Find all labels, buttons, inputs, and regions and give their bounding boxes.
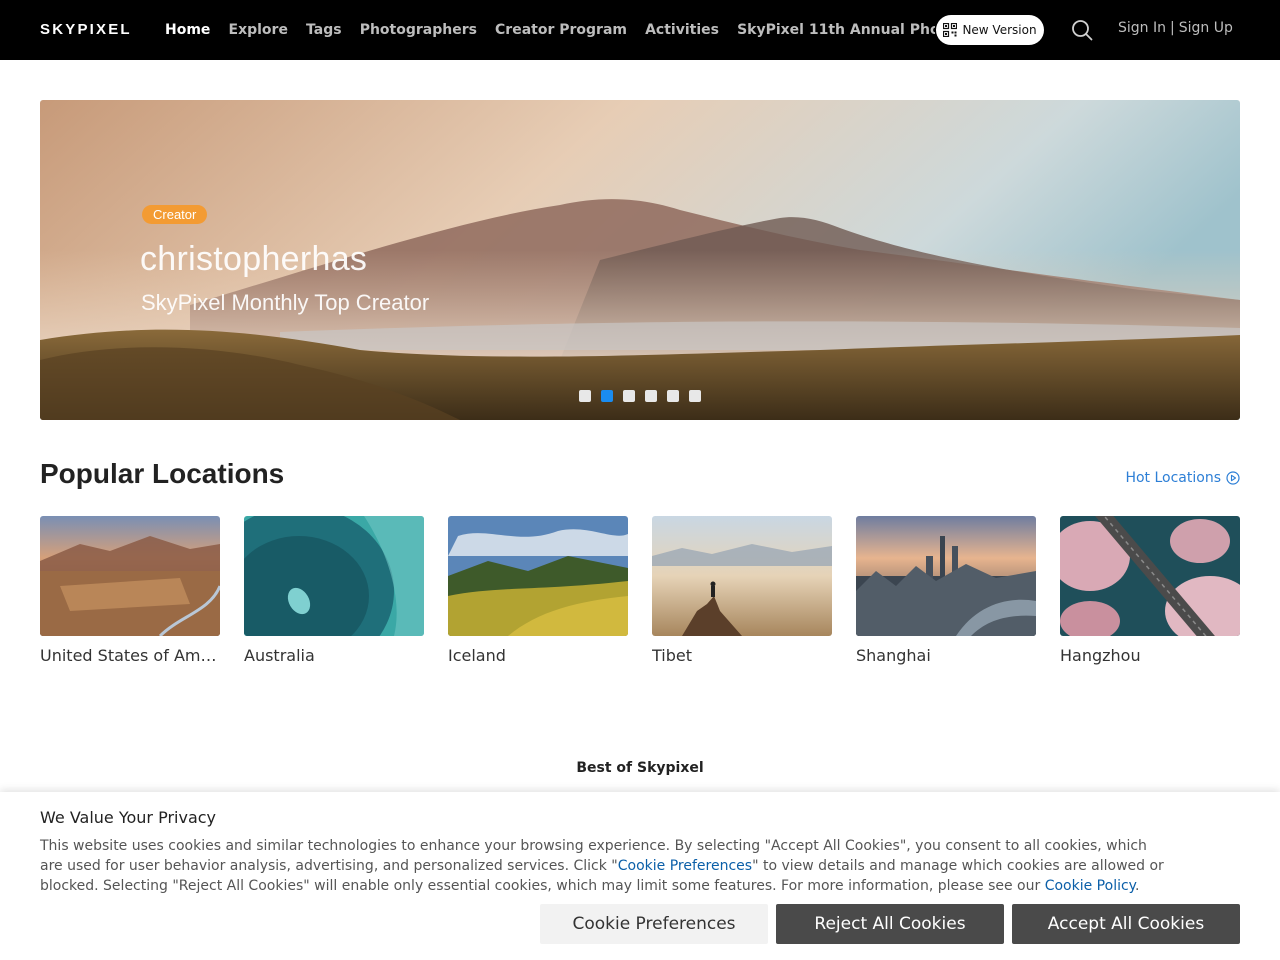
locations-list: United States of America Australia Icela… <box>40 516 1240 665</box>
best-of-skypixel-heading: Best of Skypixel <box>576 760 704 776</box>
carousel-dot[interactable] <box>689 390 701 402</box>
nav-explore[interactable]: Explore <box>229 0 288 60</box>
cookie-banner: We Value Your Privacy This website uses … <box>0 792 1280 960</box>
location-name: Hangzhou <box>1060 646 1141 665</box>
location-card-australia[interactable]: Australia <box>244 516 424 665</box>
accept-all-cookies-button[interactable]: Accept All Cookies <box>1012 904 1240 944</box>
carousel-pagination <box>579 390 701 402</box>
nav-photographers[interactable]: Photographers <box>360 0 477 60</box>
nav-tags[interactable]: Tags <box>306 0 342 60</box>
cookie-policy-link[interactable]: Cookie Policy <box>1045 878 1135 894</box>
play-circle-icon <box>1226 471 1240 485</box>
hot-locations-label: Hot Locations <box>1125 470 1221 486</box>
qr-code-icon <box>943 23 958 37</box>
sign-up-link[interactable]: Sign Up <box>1179 20 1233 36</box>
creator-badge: Creator <box>142 205 208 224</box>
location-thumbnail <box>856 516 1036 636</box>
location-thumbnail <box>652 516 832 636</box>
nav-home[interactable]: Home <box>165 0 210 60</box>
cookie-preferences-link[interactable]: Cookie Preferences <box>618 858 752 874</box>
location-thumbnail <box>40 516 220 636</box>
location-name: Tibet <box>652 646 692 665</box>
location-thumbnail <box>448 516 628 636</box>
hot-locations-link[interactable]: Hot Locations <box>1125 470 1240 486</box>
hero-banner[interactable]: Creator christopherhas SkyPixel Monthly … <box>40 100 1240 420</box>
nav-creator-program[interactable]: Creator Program <box>495 0 627 60</box>
cookie-text-part: . <box>1134 878 1140 894</box>
nav-activities[interactable]: Activities <box>645 0 719 60</box>
skypixel-logo[interactable]: SKYPIXEL <box>40 21 132 38</box>
location-name: United States of America <box>40 646 220 665</box>
main-nav: Home Explore Tags Photographers Creator … <box>165 0 935 60</box>
location-name: Australia <box>244 646 315 665</box>
search-icon[interactable] <box>1071 19 1093 41</box>
auth-links: Sign In | Sign Up <box>1118 20 1233 36</box>
hero-creator-name: christopherhas <box>140 240 368 278</box>
location-card-usa[interactable]: United States of America <box>40 516 220 665</box>
location-thumbnail <box>1060 516 1240 636</box>
auth-separator: | <box>1170 20 1175 36</box>
carousel-dot[interactable] <box>645 390 657 402</box>
new-version-button[interactable]: New Version <box>936 15 1044 45</box>
location-card-shanghai[interactable]: Shanghai <box>856 516 1036 665</box>
new-version-label: New Version <box>962 23 1037 37</box>
popular-locations-title: Popular Locations <box>40 458 285 489</box>
hero-subtitle: SkyPixel Monthly Top Creator <box>141 290 430 315</box>
cookie-description: This website uses cookies and similar te… <box>40 836 1170 896</box>
reject-all-cookies-button[interactable]: Reject All Cookies <box>776 904 1004 944</box>
location-name: Iceland <box>448 646 506 665</box>
carousel-dot[interactable] <box>579 390 591 402</box>
cookie-title: We Value Your Privacy <box>40 808 217 827</box>
location-name: Shanghai <box>856 646 931 665</box>
location-card-tibet[interactable]: Tibet <box>652 516 832 665</box>
cookie-preferences-button[interactable]: Cookie Preferences <box>540 904 768 944</box>
sign-in-link[interactable]: Sign In <box>1118 20 1166 36</box>
location-thumbnail <box>244 516 424 636</box>
carousel-dot[interactable] <box>667 390 679 402</box>
nav-annual-contest[interactable]: SkyPixel 11th Annual Photo & Video Conte… <box>737 0 935 60</box>
carousel-dot-active[interactable] <box>601 390 613 402</box>
top-navigation-bar: SKYPIXEL Home Explore Tags Photographers… <box>0 0 1280 60</box>
location-card-hangzhou[interactable]: Hangzhou <box>1060 516 1240 665</box>
location-card-iceland[interactable]: Iceland <box>448 516 628 665</box>
carousel-dot[interactable] <box>623 390 635 402</box>
